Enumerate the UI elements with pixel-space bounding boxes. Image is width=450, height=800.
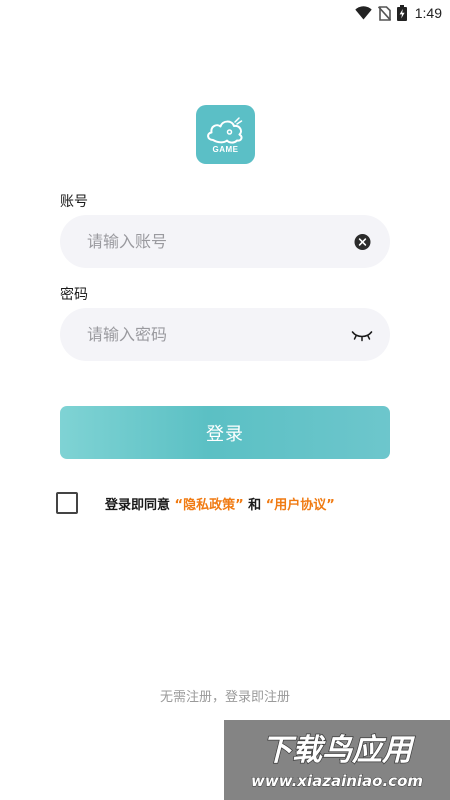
login-button[interactable]: 登录 <box>60 406 390 459</box>
status-icons: 1:49 <box>355 3 442 23</box>
register-hint: 无需注册，登录即注册 <box>159 690 290 705</box>
password-input[interactable] <box>60 308 390 361</box>
account-field-wrapper <box>60 215 390 268</box>
cloud-icon <box>207 117 243 144</box>
no-sim-icon <box>377 5 391 21</box>
account-input[interactable] <box>60 215 390 268</box>
status-bar: 1:49 <box>0 0 450 26</box>
agreement-prefix: 登录即同意 <box>105 498 171 513</box>
account-label: 账号 <box>60 194 88 210</box>
user-agreement-link[interactable]: “用户协议” <box>266 498 335 513</box>
status-time: 1:49 <box>414 5 442 21</box>
eye-closed-icon[interactable] <box>351 328 373 342</box>
wifi-icon <box>355 6 372 20</box>
agreement-text: 登录即同意 “隐私政策” 和 “用户协议” <box>105 494 335 513</box>
battery-charging-icon <box>396 5 407 21</box>
watermark-url: www.xiazainiao.com <box>251 772 423 790</box>
watermark-graphic: 下载鸟应用 www.xiazainiao.com <box>250 732 423 790</box>
watermark: 下载鸟应用 www.xiazainiao.com <box>224 720 450 800</box>
agreement-checkbox[interactable] <box>56 492 78 514</box>
password-field-wrapper <box>60 308 390 361</box>
password-label: 密码 <box>60 287 88 303</box>
logo-text: GAME <box>212 145 239 154</box>
agreement-and: 和 <box>248 498 262 513</box>
watermark-title: 下载鸟应用 <box>262 733 416 768</box>
app-logo: GAME <box>196 105 255 164</box>
clear-icon[interactable] <box>354 233 371 250</box>
privacy-policy-link[interactable]: “隐私政策” <box>175 498 244 513</box>
